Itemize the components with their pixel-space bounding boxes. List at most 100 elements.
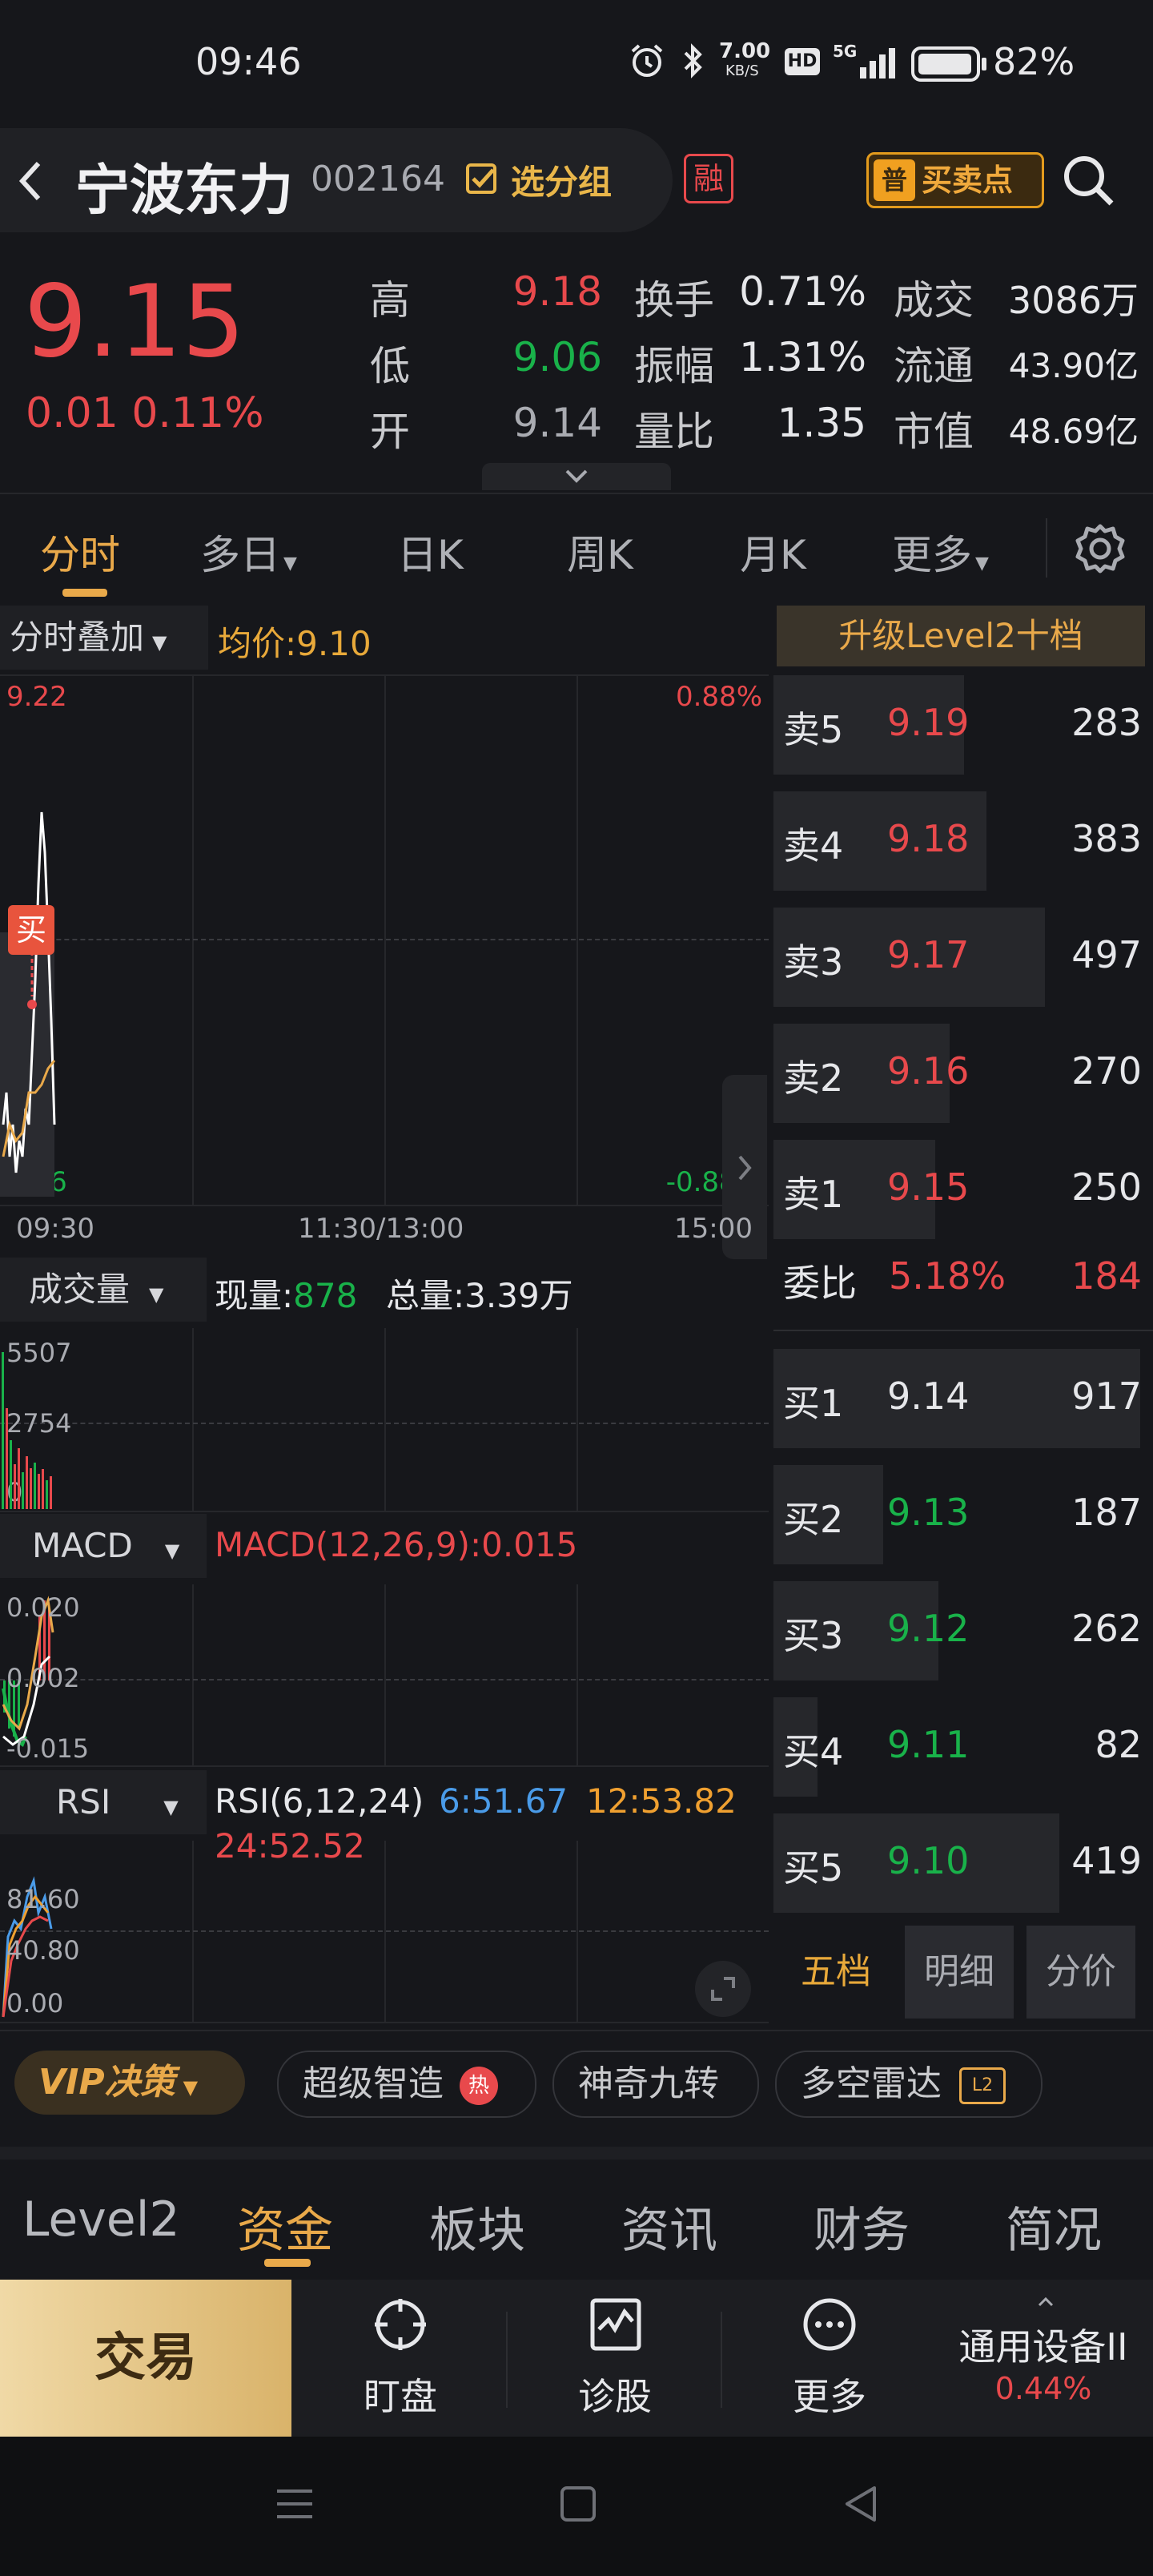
buy-order-row[interactable]: 买3 9.12 262 [773,1575,1153,1687]
volume-now-value: 878 [293,1276,358,1315]
label-market-cap: 市值 [894,409,974,455]
search-icon[interactable] [1060,152,1118,210]
promo-bull-bear-radar[interactable]: 多空雷达 L2 [775,2051,1043,2118]
net-speed-unit: KB/S [725,62,759,79]
tab-profile[interactable]: 简况 [1006,2192,1102,2261]
active-tab-indicator [62,589,107,597]
volume-chart[interactable]: 5507 2754 0 [0,1328,769,1512]
promo-magic-nine[interactable]: 神奇九转 [552,2051,759,2118]
overlay-selector[interactable]: 分时叠加 ▼ [0,606,208,670]
rsi-axis-mid: 40.80 [6,1935,80,1966]
tab-intraday[interactable]: 分时 [40,523,120,581]
subtab-price-distribution[interactable]: 分价 [1026,1926,1135,2019]
rsi-indicator-selector[interactable]: RSI ▼ [0,1770,207,1834]
sell-order-row[interactable]: 卖1 9.15 250 [773,1133,1153,1246]
margin-trading-badge[interactable]: 融 [684,154,733,203]
macd-indicator-selector[interactable]: MACD ▼ [0,1514,207,1578]
fullscreen-button[interactable] [695,1961,751,2017]
order-volume: 497 [1071,933,1142,976]
status-bar: 09:46 7.00 KB/S HD 5G 82% [0,0,1153,128]
section-divider [0,2030,1153,2031]
tab-multiday[interactable]: 多日 ▼ [200,523,297,581]
watch-button[interactable]: 盯盘 [320,2296,480,2424]
info-tabs: Level2 资金 板块 资讯 财务 简况 [0,2159,1153,2272]
select-group-label: 选分组 [511,163,613,202]
hd-badge: HD [785,48,820,75]
back-icon[interactable] [839,2481,884,2526]
rsi-title: RSI(6,12,24) [215,1781,424,1821]
promo-item-label: 神奇九转 [578,2063,719,2104]
tab-capital[interactable]: 资金 [237,2192,333,2261]
tab-level2[interactable]: Level2 [22,2192,180,2248]
sell-order-row[interactable]: 卖5 9.19 283 [773,669,1153,781]
tab-finance[interactable]: 财务 [814,2192,910,2261]
tab-divider [1046,518,1047,578]
order-volume: 383 [1071,817,1142,860]
alarm-icon [631,44,663,77]
sell-order-row[interactable]: 卖2 9.16 270 [773,1017,1153,1129]
rsi-6: 6:51.67 [439,1781,568,1821]
section-divider [0,2147,1153,2159]
macd-chart[interactable]: 0.020 0.002 -0.015 [0,1584,769,1767]
rsi-chart[interactable]: 81.60 40.80 0.00 [0,1841,769,2023]
more-button[interactable]: 更多 [749,2296,910,2424]
ratio-label: 委比 [783,1262,857,1305]
tab-sector[interactable]: 板块 [429,2192,525,2261]
chart-period-tabs: 分时 多日 ▼ 日K 周K 月K 更多 ▼ [0,493,1153,602]
value-open: 9.14 [512,400,602,446]
stock-header: 宁波东力 002164 选分组 融 普买卖点 [0,128,1153,232]
action-divider [721,2312,722,2408]
tab-weekly-k[interactable]: 周K [567,523,633,581]
quote-panel: 9.15 0.01 0.11% 高 9.18 换手 0.71% 成交 3086万… [0,232,1153,490]
menu-icon[interactable] [272,2481,317,2526]
sector-index-button[interactable]: 通用设备II 0.44% [934,2296,1153,2432]
chart-high-pct: 0.88% [675,681,762,713]
rsi-axis-min: 0.00 [6,1988,64,2019]
buy-order-row[interactable]: 买4 9.11 82 [773,1691,1153,1803]
label-volume-ratio: 量比 [634,409,714,455]
tab-monthly-k[interactable]: 月K [740,523,806,581]
value-float-cap: 43.90亿 [1008,346,1139,385]
caret-down-icon: ▼ [183,2076,199,2099]
tab-more[interactable]: 更多 ▼ [892,523,989,581]
promo-super-manufacturing[interactable]: 超级智造 热 [277,2051,536,2118]
status-time: 09:46 [195,40,302,83]
upgrade-level2-button[interactable]: 升级Level2十档 [777,606,1145,666]
time-start: 09:30 [16,1213,94,1245]
expand-quote-button[interactable] [482,463,671,490]
tab-news[interactable]: 资讯 [621,2192,717,2261]
sell-order-row[interactable]: 卖3 9.17 497 [773,901,1153,1013]
order-book-subtabs: 五档 明细 分价 [777,1926,1145,2019]
buy-order-row[interactable]: 买5 9.10 419 [773,1807,1153,1919]
time-end: 15:00 [674,1213,753,1245]
l2-badge: L2 [959,2067,1006,2104]
volume-indicator-selector[interactable]: 成交量 ▼ [0,1258,207,1322]
value-market-cap: 48.69亿 [1008,412,1139,451]
intraday-chart[interactable]: 9.22 0.88% 9.06 -0.88% 买 [0,674,769,1259]
vip-decision-button[interactable]: VIP决策 ▼ [14,2051,245,2115]
battery-icon [911,46,986,82]
order-price: 9.15 [887,1165,970,1209]
promo-item-label: 超级智造 [303,2063,444,2104]
order-volume: 917 [1071,1375,1142,1418]
gear-icon[interactable] [1073,521,1127,576]
trade-button[interactable]: 交易 [0,2280,291,2437]
sell-order-row[interactable]: 卖4 9.18 383 [773,785,1153,897]
chevron-left-icon[interactable] [14,159,46,203]
buy-marker[interactable]: 买 [8,905,54,955]
value-low: 9.06 [512,334,602,380]
order-volume: 82 [1095,1723,1142,1766]
subtab-five-level[interactable]: 五档 [781,1926,890,2019]
diagnose-button[interactable]: 诊股 [535,2296,695,2424]
subtab-detail[interactable]: 明细 [905,1926,1014,2019]
buy-order-row[interactable]: 买2 9.13 187 [773,1459,1153,1571]
label-amount: 成交 [894,277,974,324]
tab-daily-k[interactable]: 日K [397,523,464,581]
home-icon[interactable] [556,2481,601,2526]
buy-order-row[interactable]: 买1 9.14 917 [773,1342,1153,1455]
change-value: 0.01 [26,389,119,437]
buy-sell-point-button[interactable]: 普买卖点 [866,152,1044,208]
volume-total-value: 3.39万 [464,1276,573,1315]
checkbox-icon [466,163,496,194]
crosshair-icon [375,2299,426,2350]
